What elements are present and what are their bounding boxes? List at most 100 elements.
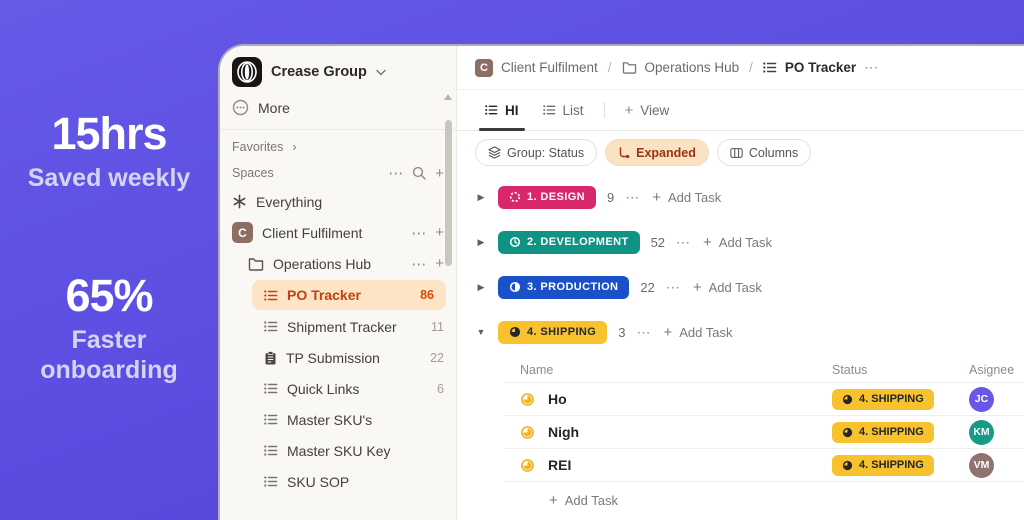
collapse-group-icon[interactable]: ▼ <box>475 327 487 337</box>
add-task-button[interactable]: + Add Task <box>693 279 762 296</box>
group-development: ▶ 2. DEVELOPMENT 52 ⋯ + Add Task <box>475 223 1024 261</box>
group-by-pill[interactable]: Group: Status <box>475 139 598 166</box>
expand-group-icon[interactable]: ▶ <box>475 237 487 248</box>
stat-onboarding: 65% Faster onboarding <box>14 270 204 386</box>
ellipsis-icon[interactable]: ⋯ <box>864 59 880 76</box>
sidebar-item-label: Operations Hub <box>273 255 372 272</box>
status-pie-icon <box>842 394 853 404</box>
add-view-button[interactable]: + View <box>615 90 680 130</box>
sidebar-item-more[interactable]: More <box>220 92 456 123</box>
task-status-badge[interactable]: 4. SHIPPING <box>832 388 934 410</box>
sidebar-item-master-sku-key[interactable]: Master SKU Key <box>220 435 456 466</box>
table-row[interactable]: REI 4. SHIPPING VM <box>504 449 1024 482</box>
sidebar-item-tp-submission[interactable]: TP Submission 22 <box>220 342 456 373</box>
expanded-pill[interactable]: Expanded <box>605 139 709 166</box>
sidebar-item-sku-sop[interactable]: SKU SOP <box>220 466 456 497</box>
status-badge-design[interactable]: 1. DESIGN <box>498 185 597 209</box>
column-header-assignee[interactable]: Asignee <box>969 363 1024 377</box>
task-status-pie-icon[interactable] <box>520 425 535 440</box>
sidebar-scrollbar[interactable] <box>445 120 452 266</box>
document-icon <box>265 350 276 364</box>
add-icon[interactable]: + <box>435 224 444 241</box>
column-header-status[interactable]: Status <box>832 363 969 377</box>
item-count: 22 <box>430 350 444 365</box>
spaces-section[interactable]: Spaces ⋯ + <box>220 160 456 186</box>
task-status-badge[interactable]: 4. SHIPPING <box>832 454 934 476</box>
breadcrumb-separator: / <box>607 60 612 75</box>
task-name[interactable]: Ho <box>548 391 567 407</box>
scroll-up-arrow[interactable] <box>444 94 452 100</box>
workspace-switcher[interactable]: Crease Group <box>220 46 456 92</box>
ellipsis-icon[interactable]: ⋯ <box>388 164 403 182</box>
add-icon[interactable]: + <box>435 255 444 272</box>
task-status-pie-icon[interactable] <box>520 458 535 473</box>
ellipsis-icon[interactable]: ⋯ <box>666 279 682 296</box>
stat-time-saved: 15hrs Saved weekly <box>28 108 191 194</box>
assignee-avatar[interactable]: JC <box>969 386 994 412</box>
add-task-row[interactable]: + Add Task <box>549 492 618 509</box>
assignee-avatar[interactable]: VM <box>969 452 994 478</box>
task-status-badge[interactable]: 4. SHIPPING <box>832 421 934 443</box>
breadcrumb-folder[interactable]: Operations Hub <box>645 60 740 75</box>
expand-group-icon[interactable]: ▶ <box>475 282 487 293</box>
status-pie-icon <box>509 326 521 338</box>
status-badge-shipping[interactable]: 4. SHIPPING <box>498 320 608 344</box>
search-icon[interactable] <box>412 166 426 180</box>
sidebar-item-po-tracker[interactable]: PO Tracker 86 <box>252 280 446 310</box>
task-status-pie-icon[interactable] <box>520 392 535 407</box>
sidebar-divider <box>220 129 456 130</box>
add-task-button[interactable]: + Add Task <box>663 324 732 341</box>
sidebar-item-client-fulfilment[interactable]: C Client Fulfilment ⋯ + <box>220 217 456 248</box>
add-task-label: Add Task <box>668 189 722 205</box>
table-row[interactable]: Ho 4. SHIPPING JC <box>504 383 1024 416</box>
add-space-icon[interactable]: + <box>435 165 444 182</box>
columns-icon <box>730 147 743 158</box>
item-count: 11 <box>431 319 444 334</box>
list-icon <box>264 383 278 394</box>
task-name[interactable]: REI <box>548 457 571 473</box>
sidebar-item-everything[interactable]: Everything <box>220 186 456 217</box>
sidebar-item-label: Quick Links <box>287 380 360 397</box>
ellipsis-icon[interactable]: ⋯ <box>636 324 652 341</box>
sidebar-item-master-skus[interactable]: Master SKU's <box>220 404 456 435</box>
sidebar-item-operations-hub[interactable]: Operations Hub ⋯ + <box>220 248 456 279</box>
space-avatar: C <box>475 58 493 77</box>
tab-active-view[interactable]: HI <box>475 90 529 131</box>
group-name: 1. DESIGN <box>527 191 586 203</box>
status-badge-production[interactable]: 3. PRODUCTION <box>498 275 630 299</box>
task-table: Name Status Asignee Ho 4. SHIPPING JC Ni… <box>504 358 1024 510</box>
columns-label: Columns <box>748 145 799 160</box>
favorites-section[interactable]: Favorites › <box>220 134 456 160</box>
ellipsis-icon[interactable]: ⋯ <box>411 255 426 273</box>
plus-icon: + <box>652 188 662 206</box>
chevron-right-icon: › <box>292 140 297 154</box>
layers-icon <box>488 146 501 159</box>
table-row[interactable]: Nigh 4. SHIPPING KM <box>504 416 1024 449</box>
assignee-avatar[interactable]: KM <box>969 419 994 445</box>
group-name: 3. PRODUCTION <box>527 281 619 293</box>
breadcrumb: C Client Fulfilment / Operations Hub / P… <box>457 46 1024 90</box>
sidebar-item-quick-links[interactable]: Quick Links 6 <box>220 373 456 404</box>
expand-group-icon[interactable]: ▶ <box>475 192 487 203</box>
column-header-name[interactable]: Name <box>504 363 832 377</box>
breadcrumb-current[interactable]: PO Tracker <box>785 60 856 75</box>
breadcrumb-space[interactable]: Client Fulfilment <box>501 60 598 75</box>
add-task-button[interactable]: + Add Task <box>652 189 721 206</box>
tab-list-view[interactable]: List <box>533 90 594 130</box>
ellipsis-icon[interactable]: ⋯ <box>676 234 692 251</box>
add-task-label: Add Task <box>564 493 619 508</box>
group-count: 22 <box>640 279 655 295</box>
list-icon <box>264 476 278 487</box>
task-name[interactable]: Nigh <box>548 424 579 440</box>
add-task-button[interactable]: + Add Task <box>703 234 772 251</box>
status-clock-icon <box>509 236 521 248</box>
sidebar-item-label: Everything <box>256 193 323 210</box>
stats-panel: 15hrs Saved weekly 65% Faster onboarding <box>0 0 218 520</box>
ellipsis-icon[interactable]: ⋯ <box>625 189 641 206</box>
columns-pill[interactable]: Columns <box>716 139 812 166</box>
sidebar-item-label: Master SKU Key <box>287 442 391 459</box>
stat-label: Saved weekly <box>27 164 191 192</box>
status-badge-development[interactable]: 2. DEVELOPMENT <box>498 230 640 254</box>
sidebar-item-shipment-tracker[interactable]: Shipment Tracker 11 <box>220 311 456 342</box>
ellipsis-icon[interactable]: ⋯ <box>411 224 426 242</box>
